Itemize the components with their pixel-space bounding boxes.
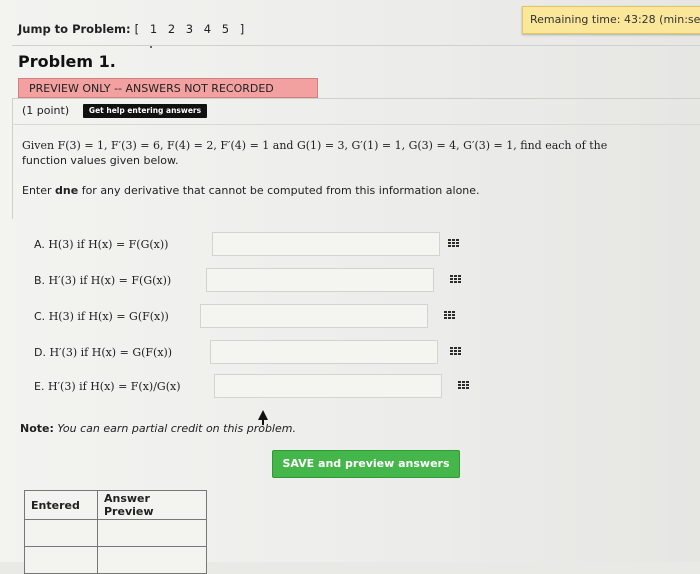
table-row bbox=[24, 519, 207, 547]
statement-line-1: Given F(3) = 1, F′(3) = 6, F(4) = 2, F′(… bbox=[22, 139, 608, 152]
problem-link-5[interactable]: 5 bbox=[222, 22, 230, 36]
preview-banner: PREVIEW ONLY -- ANSWERS NOT RECORDED bbox=[18, 78, 318, 98]
question-label-a: A. H(3) if H(x) = F(G(x)) bbox=[34, 238, 168, 251]
page-title: Problem 1. bbox=[18, 52, 116, 71]
problem-divider bbox=[12, 124, 700, 125]
instruction-post: for any derivative that cannot be comput… bbox=[78, 184, 480, 197]
results-table: Entered Answer Preview bbox=[24, 490, 207, 574]
question-text-e: H′(3) if H(x) = F(x)/G(x) bbox=[47, 380, 181, 393]
question-row-d: D. H′(3) if H(x) = G(F(x)) bbox=[34, 340, 494, 366]
question-label-b: B. H′(3) if H(x) = F(G(x)) bbox=[34, 274, 171, 287]
question-text-d: H′(3) if H(x) = G(F(x)) bbox=[49, 346, 173, 359]
grid-icon[interactable] bbox=[458, 381, 470, 391]
note-bold: Note: bbox=[20, 422, 54, 435]
problem-link-2[interactable]: 2 bbox=[168, 22, 176, 36]
question-letter-b: B. bbox=[34, 274, 46, 287]
grid-icon[interactable] bbox=[450, 275, 462, 285]
stray-dot bbox=[150, 46, 152, 48]
partial-credit-note: Note: You can earn partial credit on thi… bbox=[20, 422, 296, 435]
save-preview-button[interactable]: SAVE and preview answers bbox=[272, 450, 460, 478]
question-row-a: A. H(3) if H(x) = F(G(x)) bbox=[34, 232, 494, 258]
header-answer-preview: Answer Preview bbox=[97, 490, 207, 520]
question-label-e: E. H′(3) if H(x) = F(x)/G(x) bbox=[34, 380, 181, 393]
question-letter-d: D. bbox=[34, 346, 46, 359]
note-text: You can earn partial credit on this prob… bbox=[53, 422, 296, 435]
table-cell bbox=[24, 519, 98, 547]
question-letter-a: A. bbox=[34, 238, 45, 251]
question-text-c: H(3) if H(x) = G(F(x)) bbox=[48, 310, 169, 323]
jump-close-bracket: ] bbox=[239, 22, 245, 36]
grid-icon[interactable] bbox=[444, 311, 456, 321]
results-header-row: Entered Answer Preview bbox=[24, 490, 207, 520]
problem-link-1[interactable]: 1 bbox=[150, 22, 158, 36]
remaining-time-label: Remaining time: 43:28 (min:sec) bbox=[530, 13, 700, 26]
question-row-e: E. H′(3) if H(x) = F(x)/G(x) bbox=[34, 374, 494, 400]
question-text-a: H(3) if H(x) = F(G(x)) bbox=[48, 238, 169, 251]
question-row-c: C. H(3) if H(x) = G(F(x)) bbox=[34, 304, 494, 330]
answer-input-a[interactable] bbox=[212, 232, 440, 256]
remaining-time-badge: Remaining time: 43:28 (min:sec) bbox=[522, 6, 700, 34]
jump-label: Jump to Problem: bbox=[18, 22, 131, 36]
mouse-cursor-icon bbox=[258, 410, 268, 425]
page: Remaining time: 43:28 (min:sec) Jump to … bbox=[0, 0, 700, 574]
instruction-text: Enter dne for any derivative that cannot… bbox=[22, 184, 480, 197]
points-label: (1 point) bbox=[22, 104, 70, 117]
question-row-b: B. H′(3) if H(x) = F(G(x)) bbox=[34, 268, 494, 294]
answer-input-e[interactable] bbox=[214, 374, 442, 398]
instruction-dne: dne bbox=[55, 184, 79, 197]
table-row bbox=[24, 546, 207, 574]
answer-input-d[interactable] bbox=[210, 340, 438, 364]
table-cell bbox=[97, 546, 207, 574]
question-label-d: D. H′(3) if H(x) = G(F(x)) bbox=[34, 346, 172, 359]
problem-statement: Given F(3) = 1, F′(3) = 6, F(4) = 2, F′(… bbox=[22, 138, 692, 168]
question-letter-c: C. bbox=[34, 310, 46, 323]
question-letter-e: E. bbox=[34, 380, 45, 393]
header-divider bbox=[12, 45, 700, 46]
question-text-b: H′(3) if H(x) = F(G(x)) bbox=[48, 274, 172, 287]
grid-icon[interactable] bbox=[450, 347, 462, 357]
jump-to-problem: Jump to Problem: [ 1 2 3 4 5 ] bbox=[18, 22, 251, 36]
statement-line-2: function values given below. bbox=[22, 154, 179, 167]
help-entering-answers-button[interactable]: Get help entering answers bbox=[83, 104, 207, 118]
answer-input-c[interactable] bbox=[200, 304, 428, 328]
table-cell bbox=[24, 546, 98, 574]
instruction-pre: Enter bbox=[22, 184, 56, 197]
jump-open-bracket: [ bbox=[134, 22, 140, 36]
question-label-c: C. H(3) if H(x) = G(F(x)) bbox=[34, 310, 169, 323]
problem-link-3[interactable]: 3 bbox=[186, 22, 194, 36]
grid-icon[interactable] bbox=[448, 239, 460, 249]
problem-link-4[interactable]: 4 bbox=[204, 22, 212, 36]
table-cell bbox=[97, 519, 207, 547]
answer-input-b[interactable] bbox=[206, 268, 434, 292]
header-entered: Entered bbox=[24, 490, 98, 520]
